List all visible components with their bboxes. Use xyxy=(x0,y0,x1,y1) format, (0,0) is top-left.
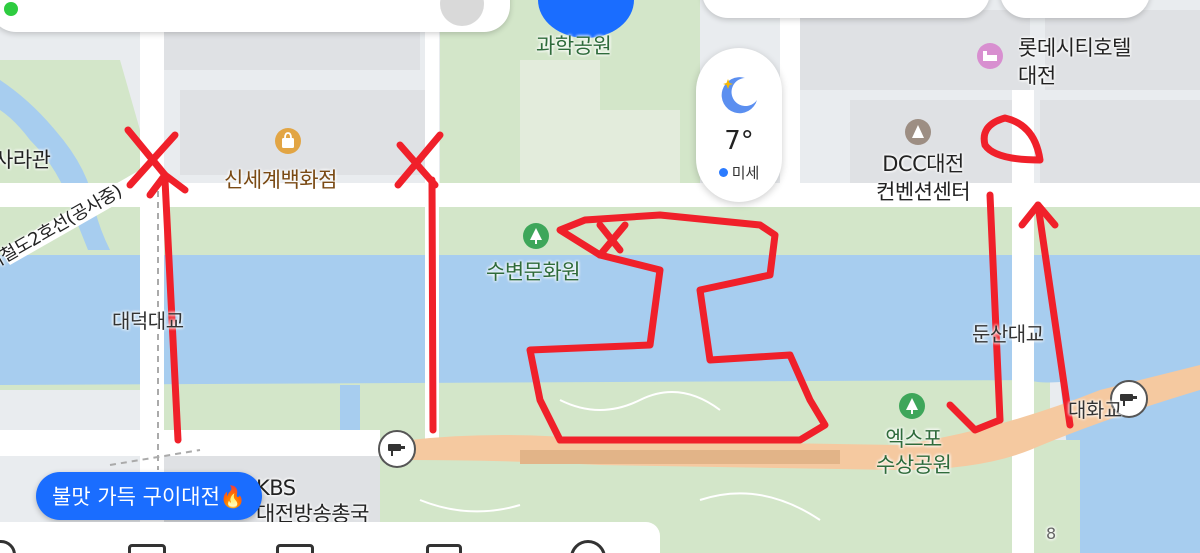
top-toolbar-center[interactable] xyxy=(702,0,990,18)
shopping-bag-icon[interactable] xyxy=(274,127,302,155)
temperature: 7° xyxy=(724,126,754,156)
promo-banner[interactable]: 불맛 가득 구이대전🔥 xyxy=(36,472,263,520)
weather-widget[interactable]: 7° 미세 xyxy=(696,48,782,202)
label-kbs[interactable]: KBS 대전방송총국 xyxy=(256,475,369,527)
label-lotte-hotel-line2: 대전 xyxy=(1018,64,1056,88)
top-toolbar-right[interactable] xyxy=(1000,0,1150,18)
label-lotte-hotel[interactable]: 롯데시티호텔 대전 xyxy=(1018,34,1131,90)
hotel-bed-icon[interactable] xyxy=(976,42,1004,70)
label-daedeok-bridge[interactable]: 대덕대교 xyxy=(112,305,184,334)
bottom-nav-bar[interactable] xyxy=(0,522,660,553)
status-dot xyxy=(4,2,18,16)
label-dunsan-bridge[interactable]: 둔산대교 xyxy=(972,318,1044,347)
label-dcc-line1: DCC대전 xyxy=(882,152,964,176)
nav-list-icon[interactable] xyxy=(276,544,314,553)
convention-center-icon[interactable] xyxy=(904,118,932,146)
nav-profile-icon[interactable] xyxy=(570,540,606,553)
tree-icon[interactable] xyxy=(522,222,550,250)
label-dcc[interactable]: DCC대전 컨벤션센터 xyxy=(876,150,971,206)
label-kbs-line1: KBS xyxy=(256,476,296,500)
moon-icon xyxy=(721,77,757,114)
dust-label: 미세 xyxy=(731,164,760,182)
cctv-camera-icon[interactable] xyxy=(378,430,416,468)
label-expo-line2: 수상공원 xyxy=(876,453,952,477)
label-lotte-hotel-line1: 롯데시티호텔 xyxy=(1018,36,1131,60)
label-corner-number: 8 xyxy=(1046,524,1056,543)
fine-dust-status: 미세 xyxy=(718,162,760,183)
profile-avatar[interactable] xyxy=(440,0,484,26)
label-bridge-right[interactable]: 대화교 xyxy=(1068,394,1122,423)
nav-home-icon[interactable] xyxy=(0,540,16,553)
top-search-bar-fragment[interactable] xyxy=(0,0,510,32)
dust-level-dot xyxy=(718,168,728,177)
label-hall[interactable]: 사라관 xyxy=(0,144,51,174)
label-science-park[interactable]: 과학공원 xyxy=(536,30,612,60)
nav-bookmark-icon[interactable] xyxy=(426,544,462,553)
tree-icon[interactable] xyxy=(898,392,926,420)
label-shinsegae[interactable]: 신세계백화점 xyxy=(224,164,337,194)
nav-calendar-icon[interactable] xyxy=(128,544,166,553)
label-dcc-line2: 컨벤션센터 xyxy=(876,180,971,204)
map-view[interactable]: 7° 미세 과학공원 롯데시티호텔 대전 DCC대전 컨벤션센터 신세계백화점 … xyxy=(0,0,1200,553)
label-expo-line1: 엑스포 xyxy=(885,427,942,451)
label-expo-water-park[interactable]: 엑스포 수상공원 xyxy=(876,426,952,478)
label-riverside-culture[interactable]: 수변문화원 xyxy=(486,256,581,286)
